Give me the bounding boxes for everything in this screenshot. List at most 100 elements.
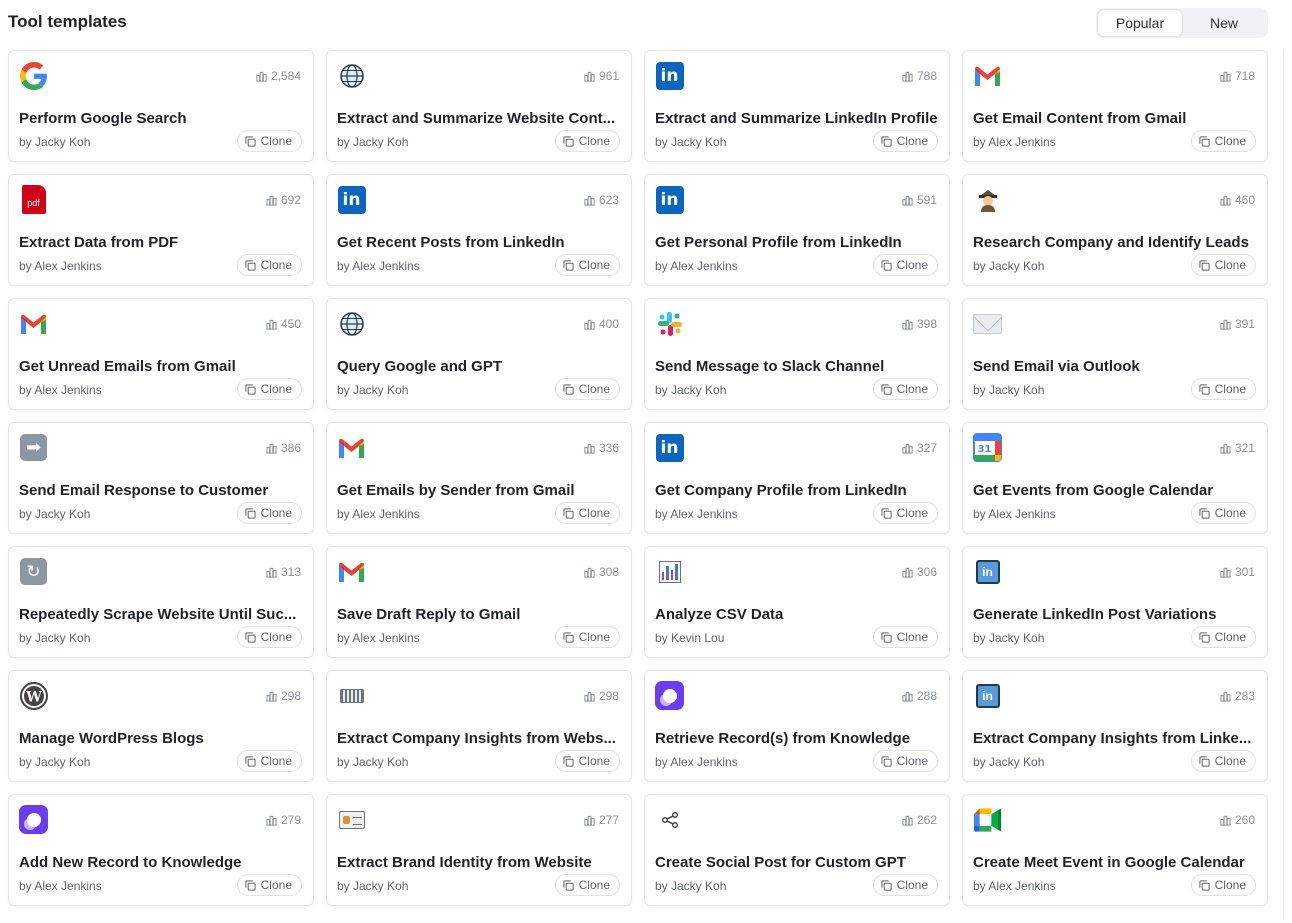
copy-icon <box>563 755 574 767</box>
template-title: Extract Company Insights from Webs... <box>337 730 616 747</box>
template-card[interactable]: W 298 Manage WordPress Blogs by Jacky Koh Cl… <box>8 670 314 782</box>
template-card[interactable]: 961 Extract and Summarize Website Cont...… <box>326 50 632 162</box>
usage-count: 279 <box>266 813 301 827</box>
template-card[interactable]: in 788 Extract and Summarize LinkedIn Prof… <box>644 50 950 162</box>
template-card[interactable]: 260 Create Meet Event in Google Calendar b… <box>962 794 1268 906</box>
linkedin-outline-icon: in <box>973 681 1002 710</box>
template-card[interactable]: 2,584 Perform Google Search by Jacky Koh Cl… <box>8 50 314 162</box>
clone-button[interactable]: Clone <box>554 626 620 648</box>
tab-popular[interactable]: Popular <box>1098 10 1182 36</box>
template-card[interactable]: 450 Get Unread Emails from Gmail by Alex J… <box>8 298 314 410</box>
clone-button[interactable]: Clone <box>236 874 302 896</box>
clone-button[interactable]: Clone <box>1190 378 1256 400</box>
template-author: by Jacky Koh <box>19 755 91 769</box>
clone-button[interactable]: Clone <box>872 626 938 648</box>
usage-chart-icon <box>1220 815 1231 826</box>
clone-label: Clone <box>896 630 928 644</box>
clone-button[interactable]: Clone <box>1190 130 1256 152</box>
clone-label: Clone <box>578 878 610 892</box>
template-card[interactable]: 400 Query Google and GPT by Jacky Koh Clone <box>326 298 632 410</box>
template-title: Get Emails by Sender from Gmail <box>337 482 575 499</box>
clone-button[interactable]: Clone <box>1190 750 1256 772</box>
template-card[interactable]: 398 Send Message to Slack Channel by Jacky… <box>644 298 950 410</box>
envelope-icon <box>973 309 1002 338</box>
tab-new[interactable]: New <box>1182 10 1266 36</box>
clone-button[interactable]: Clone <box>1190 254 1256 276</box>
template-card[interactable]: 460 Research Company and Identify Leads by… <box>962 174 1268 286</box>
clone-label: Clone <box>896 258 928 272</box>
template-title: Extract Company Insights from Linke... <box>973 730 1252 747</box>
clone-button[interactable]: Clone <box>236 750 302 772</box>
clone-button[interactable]: Clone <box>872 502 938 524</box>
template-card[interactable]: 298 Extract Company Insights from Webs...… <box>326 670 632 782</box>
template-card[interactable]: pdf 692 Extract Data from PDF by Alex Jenki… <box>8 174 314 286</box>
template-card[interactable]: in 327 Get Company Profile from LinkedIn by… <box>644 422 950 534</box>
template-card[interactable]: 308 Save Draft Reply to Gmail by Alex Jenk… <box>326 546 632 658</box>
template-card[interactable]: in 301 Generate LinkedIn Post Variations by… <box>962 546 1268 658</box>
clone-button[interactable]: Clone <box>554 130 620 152</box>
usage-count-value: 400 <box>598 317 619 331</box>
template-card[interactable]: in 283 Extract Company Insights from Linke… <box>962 670 1268 782</box>
template-card[interactable]: 288 Retrieve Record(s) from Knowledge by A… <box>644 670 950 782</box>
clone-button[interactable]: Clone <box>554 254 620 276</box>
repeat-icon: ↻ <box>19 557 48 586</box>
template-title: Extract and Summarize LinkedIn Profile <box>655 110 938 127</box>
template-card[interactable]: 391 Send Email via Outlook by Jacky Koh Clo… <box>962 298 1268 410</box>
clone-button[interactable]: Clone <box>554 750 620 772</box>
clone-button[interactable]: Clone <box>872 874 938 896</box>
usage-chart-icon <box>1220 567 1231 578</box>
clone-button[interactable]: Clone <box>236 502 302 524</box>
copy-icon <box>1199 755 1210 767</box>
template-card[interactable]: in 623 Get Recent Posts from LinkedIn by Al… <box>326 174 632 286</box>
template-author: by Jacky Koh <box>337 879 409 893</box>
usage-chart-icon <box>1220 691 1231 702</box>
copy-icon <box>881 135 892 147</box>
usage-count-value: 788 <box>916 69 937 83</box>
template-author: by Alex Jenkins <box>337 259 420 273</box>
usage-count: 313 <box>266 565 301 579</box>
clone-button[interactable]: Clone <box>872 254 938 276</box>
clone-label: Clone <box>578 258 610 272</box>
template-card[interactable]: 306 Analyze CSV Data by Kevin Lou Clone <box>644 546 950 658</box>
usage-count: 398 <box>902 317 937 331</box>
template-author: by Alex Jenkins <box>973 879 1056 893</box>
clone-button[interactable]: Clone <box>236 378 302 400</box>
template-author: by Jacky Koh <box>19 135 91 149</box>
usage-count: 623 <box>584 193 619 207</box>
template-card[interactable]: 277 Extract Brand Identity from Website by… <box>326 794 632 906</box>
usage-count: 336 <box>584 441 619 455</box>
clone-button[interactable]: Clone <box>236 130 302 152</box>
template-card[interactable]: 718 Get Email Content from Gmail by Alex J… <box>962 50 1268 162</box>
header: Tool templates Popular New <box>8 0 1284 46</box>
usage-count: 450 <box>266 317 301 331</box>
template-title: Send Email via Outlook <box>973 358 1140 375</box>
clone-button[interactable]: Clone <box>554 378 620 400</box>
clone-button[interactable]: Clone <box>872 130 938 152</box>
template-card[interactable]: ↻ 313 Repeatedly Scrape Website Until Suc.… <box>8 546 314 658</box>
clone-button[interactable]: Clone <box>1190 874 1256 896</box>
template-card[interactable]: 262 Create Social Post for Custom GPT by J… <box>644 794 950 906</box>
template-card[interactable]: in 591 Get Personal Profile from LinkedIn b… <box>644 174 950 286</box>
usage-chart-icon <box>902 691 913 702</box>
usage-count: 460 <box>1220 193 1255 207</box>
template-card[interactable]: 279 Add New Record to Knowledge by Alex Je… <box>8 794 314 906</box>
template-card[interactable]: ➡ 386 Send Email Response to Customer by Ja… <box>8 422 314 534</box>
clone-button[interactable]: Clone <box>236 626 302 648</box>
template-author: by Jacky Koh <box>655 135 727 149</box>
clone-button[interactable]: Clone <box>554 874 620 896</box>
template-card[interactable]: 31 321 Get Events from Google Calendar by A… <box>962 422 1268 534</box>
clone-button[interactable]: Clone <box>1190 502 1256 524</box>
template-card[interactable]: 336 Get Emails by Sender from Gmail by Ale… <box>326 422 632 534</box>
clone-button[interactable]: Clone <box>554 502 620 524</box>
clone-button[interactable]: Clone <box>1190 626 1256 648</box>
usage-count-value: 460 <box>1234 193 1255 207</box>
clone-label: Clone <box>896 754 928 768</box>
clone-button[interactable]: Clone <box>236 254 302 276</box>
usage-chart-icon <box>584 195 595 206</box>
template-author: by Alex Jenkins <box>337 507 420 521</box>
clone-button[interactable]: Clone <box>872 750 938 772</box>
clone-label: Clone <box>260 382 292 396</box>
usage-count-value: 313 <box>280 565 301 579</box>
clone-button[interactable]: Clone <box>872 378 938 400</box>
template-title: Research Company and Identify Leads <box>973 234 1249 251</box>
